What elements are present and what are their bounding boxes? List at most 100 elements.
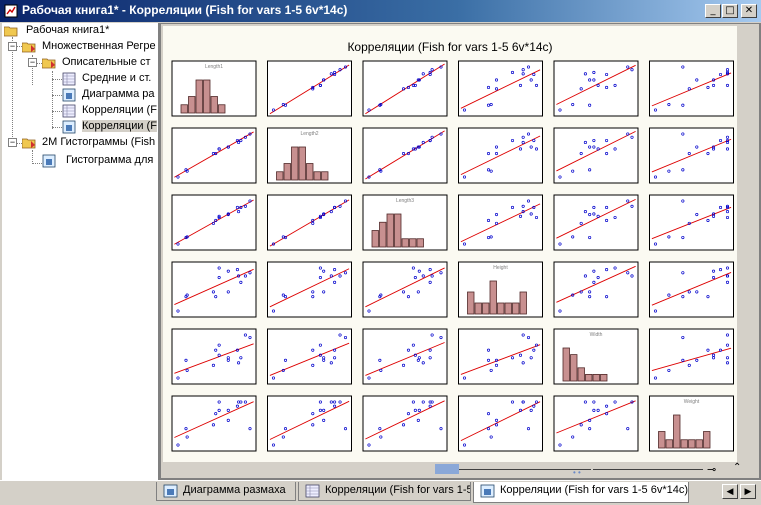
spreadsheet-icon	[62, 72, 76, 86]
histogram-bar	[180, 104, 188, 114]
histogram-bar	[401, 238, 409, 248]
spreadsheet-icon	[62, 104, 76, 118]
histogram-bar	[379, 221, 387, 248]
minimize-button[interactable]: _	[705, 4, 721, 18]
histogram-bar	[416, 238, 424, 248]
tree-label: 2M Гистограммы (Fish	[42, 136, 156, 148]
tree-label: Описательные ст	[62, 56, 151, 68]
variable-label: Length3	[396, 198, 414, 204]
histogram-bar	[585, 373, 593, 382]
zoom-track-2[interactable]	[593, 469, 703, 470]
histogram-bar	[482, 302, 490, 315]
matrix-cell	[171, 261, 257, 318]
graph-window[interactable]: Корреляции (Fish for vars 1-5 6v*14c) Le…	[161, 24, 737, 462]
title-bar: Рабочая книга1* - Корреляции (Fish for v…	[0, 0, 761, 22]
scroll-thumb[interactable]	[435, 464, 459, 474]
matrix-cell	[267, 328, 352, 385]
variable-label: Width	[590, 332, 603, 338]
matrix-cell	[649, 261, 734, 318]
collapse-icon[interactable]: −	[28, 58, 37, 67]
tree-label: Гистограмма для	[66, 154, 154, 166]
folder-open-icon	[22, 42, 36, 53]
matrix-cell	[553, 395, 639, 452]
histogram-bar	[665, 439, 673, 449]
histogram-bar	[497, 302, 505, 315]
matrix-cell	[553, 60, 639, 117]
histogram-bar	[321, 171, 329, 181]
matrix-cell	[362, 328, 448, 385]
tab-correlations-1[interactable]: Корреляции (Fish for vars 1-5)	[298, 482, 471, 501]
histogram-bar	[291, 146, 299, 181]
expand-icon[interactable]: ⌃	[733, 462, 741, 473]
variable-label: Length2	[300, 131, 318, 137]
histogram-bar	[188, 96, 196, 114]
document-tabs: Диаграмма размаха Корреляции (Fish for v…	[0, 480, 761, 505]
maximize-button[interactable]: □	[722, 4, 738, 18]
histogram-bar	[673, 414, 681, 449]
folder-open-icon	[4, 26, 18, 37]
matrix-cell	[458, 60, 543, 117]
matrix-cell	[362, 261, 448, 318]
tab-scroll-right-button[interactable]: ▶	[740, 484, 756, 499]
graph-icon	[163, 484, 178, 498]
window-title: Рабочая книга1* - Корреляции (Fish for v…	[22, 3, 348, 17]
histogram-bar	[409, 238, 417, 248]
tab-correlations-2[interactable]: Корреляции (Fish for vars 1-5 6v*14c)	[473, 482, 689, 503]
tab-boxplot[interactable]: Диаграмма размаха	[156, 482, 296, 501]
workbook-tree[interactable]: Рабочая книга1* − Множественная Регре − …	[2, 23, 158, 480]
histogram-bar	[276, 171, 284, 181]
variable-label: Weight	[684, 399, 700, 405]
tree-label: Рабочая книга1*	[26, 24, 110, 36]
workbook-icon	[4, 4, 18, 18]
histogram-bar	[210, 96, 218, 114]
histogram-bar	[474, 302, 482, 315]
folder-open-icon	[22, 138, 36, 149]
collapse-icon[interactable]: −	[8, 138, 17, 147]
histogram-bar	[313, 171, 321, 181]
matrix-cell	[171, 328, 257, 385]
pin-icon[interactable]: ⊸	[707, 463, 716, 476]
histogram-bar	[592, 373, 600, 382]
matrix-cell	[649, 194, 734, 251]
matrix-cell	[649, 60, 734, 117]
histogram-bar	[695, 439, 703, 449]
histogram-bar	[218, 104, 226, 114]
histogram-bar	[562, 347, 570, 382]
close-button[interactable]: ✕	[741, 4, 757, 18]
graph-icon	[62, 120, 76, 134]
histogram-bar	[283, 163, 291, 181]
histogram-bar	[298, 146, 306, 181]
graph-icon	[62, 88, 76, 102]
histogram-bar	[467, 291, 475, 315]
histogram-bar	[306, 163, 314, 181]
histogram-bar	[688, 439, 696, 449]
spreadsheet-icon	[305, 484, 320, 498]
matrix-cell	[553, 194, 639, 251]
scatterplot-matrix: Length1 Length2 Length3 Height Width Weight	[171, 60, 734, 452]
histogram-bar	[680, 439, 688, 449]
matrix-cell	[171, 127, 257, 184]
histogram-bar	[489, 280, 497, 315]
vertical-scrollbar[interactable]	[737, 24, 759, 462]
histogram-bar	[394, 213, 402, 248]
collapse-icon[interactable]: −	[8, 42, 17, 51]
tree-label: Корреляции (F	[82, 104, 157, 116]
histogram-bar	[570, 354, 578, 382]
histogram-bar	[519, 291, 527, 315]
matrix-cell	[362, 395, 448, 452]
histogram-bar	[658, 431, 666, 449]
tab-label: Корреляции (Fish for vars 1-5)	[325, 484, 471, 496]
tree-label: Множественная Регре	[42, 40, 156, 52]
horizontal-scrollbar[interactable]: • • ⊸ ⌃	[161, 462, 759, 478]
matrix-cell	[649, 328, 734, 385]
tab-scroll-left-button[interactable]: ◀	[722, 484, 738, 499]
histogram-bar	[600, 373, 608, 382]
tree-label: Средние и ст.	[82, 72, 152, 84]
matrix-cell	[267, 395, 352, 452]
zoom-track[interactable]	[459, 469, 591, 470]
matrix-cell	[458, 395, 543, 452]
tab-label: Диаграмма размаха	[183, 484, 286, 496]
histogram-bar	[195, 79, 203, 114]
folder-open-icon	[42, 58, 56, 69]
variable-label: Length1	[205, 64, 223, 70]
